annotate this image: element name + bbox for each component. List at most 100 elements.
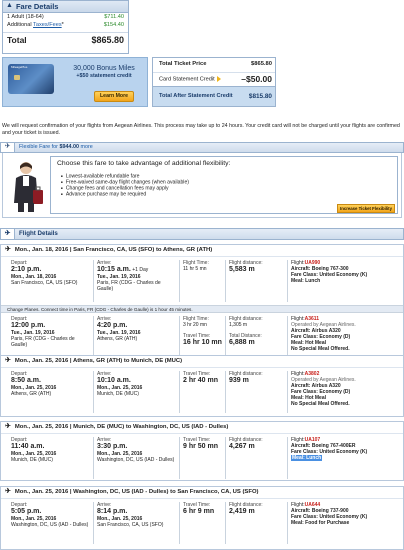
- flex-bar-prefix: Flexible Fare for: [19, 144, 60, 151]
- increase-flexibility-button[interactable]: Increase Ticket Flexibility: [337, 204, 395, 213]
- flight-distance-col: Flight distance: 1,305 m Total Distance:…: [229, 316, 284, 347]
- flight-time-col: Flight Time: 3 hr 20 mn Travel Time: 16 …: [183, 316, 225, 347]
- depart-col: Depart: 11:40 a.m. Mon., Jan. 25, 2016 M…: [11, 437, 91, 463]
- flight-segment: ✈ Mon., Jan. 18, 2016 | San Francisco, CA…: [0, 244, 404, 369]
- segment-title: Mon., Jan. 25, 2016 | Munich, DE (MUC) t…: [14, 423, 229, 430]
- total-amount: $865.80: [91, 34, 124, 45]
- divider: [179, 502, 180, 544]
- flex-bar-amount: $944.00: [59, 144, 79, 151]
- flight-distance-value: 2,419 m: [229, 508, 255, 515]
- arrive-time: 10:15 a.m.: [97, 266, 131, 273]
- adult-fare-label: 1 Adult (18-64): [7, 13, 44, 20]
- tag-icon: ▲: [6, 2, 13, 10]
- flexible-fare-text: Flexible Fare for $944.00 more: [15, 144, 93, 151]
- arrive-col: Arrive: 8:14 p.m. Mon., Jan. 25, 2016 Sa…: [97, 502, 177, 528]
- depart-col: Depart: 12:00 p.m. Tue., Jan. 19, 2016 P…: [11, 316, 91, 348]
- arrive-place: Munich, DE (MUC): [97, 391, 139, 397]
- depart-place: Paris, FR (CDG - Charles de Gaulle): [11, 336, 75, 348]
- divider: [93, 371, 94, 413]
- flight-distance-value: 5,583 m: [229, 266, 255, 273]
- divider: [287, 502, 288, 544]
- statement-credit-label: Card Statement Credit: [159, 75, 221, 83]
- flight-distance-value: 1,305 m: [229, 322, 248, 328]
- flight-distance-value: 939 m: [229, 377, 249, 384]
- segment-title: Mon., Jan. 25, 2016 | Athens, GR (ATH) t…: [14, 357, 183, 364]
- travel-time-value: 16 hr 10 mn: [183, 339, 222, 346]
- benefit-item: Advance purchase may be required: [61, 191, 189, 197]
- flight-time-col: Flight Time: 11 hr 5 mn: [183, 260, 225, 272]
- adult-fare-amount: $711.40: [104, 13, 124, 20]
- flexible-fare-benefits: Lowest-available refundable fare Free-wa…: [61, 173, 189, 197]
- flight-segment: ✈ Mon., Jan. 25, 2016 | Athens, GR (ATH) …: [0, 355, 404, 417]
- flight-info-col: Flight:UA107 Aircraft: Boeing 767-400ER …: [291, 437, 403, 461]
- divider: [225, 502, 226, 544]
- meal: Meal: Lunch: [291, 455, 323, 461]
- divider: [93, 502, 94, 544]
- fare-details-header: ▲ Fare Details: [3, 1, 128, 13]
- flight-distance-value: 4,267 m: [229, 443, 255, 450]
- meal: Meal: Food for Purchase: [291, 520, 350, 526]
- statement-credit-label-text: Card Statement Credit: [159, 76, 215, 83]
- arrive-place: Washington, DC, US (IAD - Dulles): [97, 457, 175, 463]
- arrive-time: 8:14 p.m.: [97, 508, 128, 515]
- depart-place: Munich, DE (MUC): [11, 457, 53, 463]
- segment-header: ✈ Mon., Jan. 25, 2016 | Washington, DC, U…: [1, 487, 403, 499]
- travel-time-value: 6 hr 9 mn: [183, 508, 215, 515]
- depart-place: San Francisco, CA, US (SFO): [11, 280, 78, 286]
- segment-title: Mon., Jan. 18, 2016 | San Francisco, CA,…: [14, 246, 213, 253]
- flight-distance-col: Flight distance: 939 m: [229, 371, 284, 385]
- confirmation-note: We will request confirmation of your fli…: [2, 123, 400, 136]
- depart-time: 11:40 a.m.: [11, 443, 45, 450]
- flight-time-col: Travel Time: 9 hr 50 mn: [183, 437, 225, 451]
- arrive-time: 3:30 p.m.: [97, 443, 128, 450]
- flight-info-col: Flight:A3802 Operated by Aegean Airlines…: [291, 371, 403, 407]
- segment-header: ✈ Mon., Jan. 18, 2016 | San Francisco, CA…: [1, 245, 403, 257]
- airplane-icon: ✈: [1, 143, 15, 152]
- depart-col: Depart: 5:05 p.m. Mon., Jan. 25, 2016 Wa…: [11, 502, 91, 528]
- statement-credit-amount: –$50.00: [241, 74, 272, 85]
- depart-place: Washington, DC, US (IAD - Dulles): [11, 522, 89, 528]
- fare-details-title: Fare Details: [15, 1, 59, 11]
- card-chip-icon: [14, 75, 20, 80]
- total-label: Total: [7, 35, 27, 46]
- divider: [93, 260, 94, 302]
- airplane-icon: ✈: [5, 246, 11, 254]
- flexible-fare-title: Choose this fare to take advantage of ad…: [57, 160, 231, 167]
- segment-header: ✈ Mon., Jan. 25, 2016 | Athens, GR (ATH) …: [1, 356, 403, 368]
- flight-time-value: 11 hr 5 mn: [183, 266, 207, 272]
- travel-time-value: 2 hr 40 mn: [183, 377, 219, 384]
- after-credit-row: Total After Statement Credit $815.80: [153, 86, 275, 106]
- ticket-price-label: Total Ticket Price: [159, 61, 207, 68]
- flight-distance-col: Flight distance: 5,583 m: [229, 260, 284, 274]
- flight-time-col: Travel Time: 2 hr 40 mn: [183, 371, 225, 385]
- taxes-fees-link[interactable]: Taxes/Fees: [33, 22, 62, 28]
- arrive-place: San Francisco, CA, US (SFO): [97, 522, 164, 528]
- credit-card-promo[interactable]: MileagePlus 30,000 Bonus Miles +$50 stat…: [2, 57, 148, 107]
- special-meal-note: No Special Meal Offered.: [291, 401, 350, 407]
- flight-time-value: 3 hr 20 mn: [183, 322, 207, 328]
- arrive-col: Arrive: 10:15 a.m. +1 Day Tue., Jan. 19,…: [97, 260, 177, 292]
- depart-place: Athens, GR (ATH): [11, 391, 52, 397]
- divider: [287, 260, 288, 302]
- special-meal-note: No Special Meal Offered.: [291, 346, 350, 352]
- flight-distance-col: Flight distance: 2,419 m: [229, 502, 284, 516]
- flexible-fare-bar[interactable]: ✈ Flexible Fare for $944.00 more: [0, 142, 404, 153]
- depart-time: 12:00 p.m.: [11, 322, 46, 329]
- divider: [287, 371, 288, 413]
- learn-more-button[interactable]: Learn More: [94, 91, 134, 102]
- depart-col: Depart: 2:10 p.m. Mon., Jan. 18, 2016 Sa…: [11, 260, 91, 286]
- depart-col: Depart: 8:50 a.m. Mon., Jan. 25, 2016 At…: [11, 371, 91, 397]
- depart-time: 5:05 p.m.: [11, 508, 42, 515]
- flight-info-col: Flight:UA990 Aircraft: Boeing 767-300 Fa…: [291, 260, 403, 284]
- segment-header: ✈ Mon., Jan. 25, 2016 | Munich, DE (MUC) …: [1, 422, 403, 434]
- credit-card-image: MileagePlus: [8, 64, 54, 94]
- divider: [225, 437, 226, 479]
- flight-segment: ✈ Mon., Jan. 25, 2016 | Munich, DE (MUC) …: [0, 421, 404, 481]
- divider: [225, 371, 226, 413]
- arrive-place: Athens, GR (ATH): [97, 336, 138, 342]
- total-row: Total $865.80: [3, 32, 128, 48]
- taxes-amount: $154.40: [103, 21, 124, 28]
- ticket-price-amount: $865.80: [251, 61, 272, 68]
- meal: Meal: Lunch: [291, 278, 321, 284]
- divider: [93, 316, 94, 360]
